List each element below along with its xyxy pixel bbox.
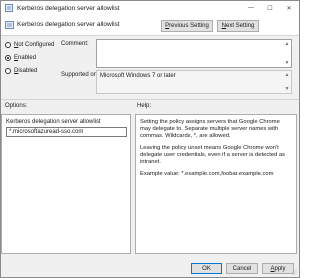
resize-grip-icon[interactable]	[291, 269, 297, 275]
cancel-button[interactable]: Cancel	[226, 263, 258, 274]
help-paragraph: Leaving the policy unset means Google Ch…	[140, 145, 286, 165]
policy-title: Kerberos delegation server allowlist	[17, 21, 120, 28]
supported-on-value: Microsoft Windows 7 or later	[100, 73, 176, 79]
next-setting-button[interactable]: Next Setting	[217, 20, 259, 32]
supported-on-field: Microsoft Windows 7 or later ▲ ▼	[96, 70, 292, 94]
scroll-up-arrow-icon: ▲	[284, 72, 290, 78]
policy-setting-icon	[5, 4, 13, 12]
policy-setting-icon	[5, 21, 14, 29]
section-divider	[1, 99, 299, 100]
enabled-radio[interactable]: Enabled	[5, 55, 36, 61]
scroll-up-arrow-icon[interactable]: ▲	[284, 41, 290, 47]
close-button[interactable]: ✕	[279, 1, 299, 15]
not-configured-radio[interactable]: Not Configured	[5, 42, 54, 48]
radio-indicator	[5, 68, 11, 74]
allowlist-input[interactable]: *.microsoftazuread-sso.com	[6, 127, 127, 137]
scroll-down-arrow-icon[interactable]: ▼	[284, 60, 290, 66]
policy-dialog: Kerberos delegation server allowlist — ☐…	[0, 0, 300, 278]
comment-textarea[interactable]: ▲ ▼	[96, 39, 292, 68]
comment-label: Comment:	[61, 41, 89, 47]
previous-setting-button[interactable]: Previous Setting	[161, 20, 213, 32]
help-paragraph: Setting the policy assigns servers that …	[140, 119, 280, 139]
minimize-button[interactable]: —	[241, 1, 261, 15]
disabled-radio[interactable]: Disabled	[5, 68, 37, 74]
radio-indicator	[5, 55, 11, 61]
supported-on-label: Supported on:	[61, 72, 99, 78]
radio-indicator	[5, 42, 11, 48]
help-heading: Help:	[137, 103, 152, 109]
ok-button[interactable]: OK	[191, 263, 222, 274]
options-panel: Kerberos delegation server allowlist *.m…	[1, 114, 131, 254]
help-text: Setting the policy assigns servers that …	[140, 119, 288, 183]
help-paragraph: Example value: *.example.com,foobar.exam…	[140, 171, 274, 177]
options-heading: Options:	[5, 103, 28, 109]
apply-button[interactable]: Apply	[262, 263, 294, 274]
maximize-button[interactable]: ☐	[260, 1, 280, 15]
title-bar[interactable]: Kerberos delegation server allowlist — ☐…	[1, 1, 299, 15]
allowlist-field-label: Kerberos delegation server allowlist	[6, 119, 101, 125]
scroll-down-arrow-icon: ▼	[284, 86, 290, 92]
help-panel: Setting the policy assigns servers that …	[135, 114, 297, 254]
window-title: Kerberos delegation server allowlist	[17, 4, 120, 12]
